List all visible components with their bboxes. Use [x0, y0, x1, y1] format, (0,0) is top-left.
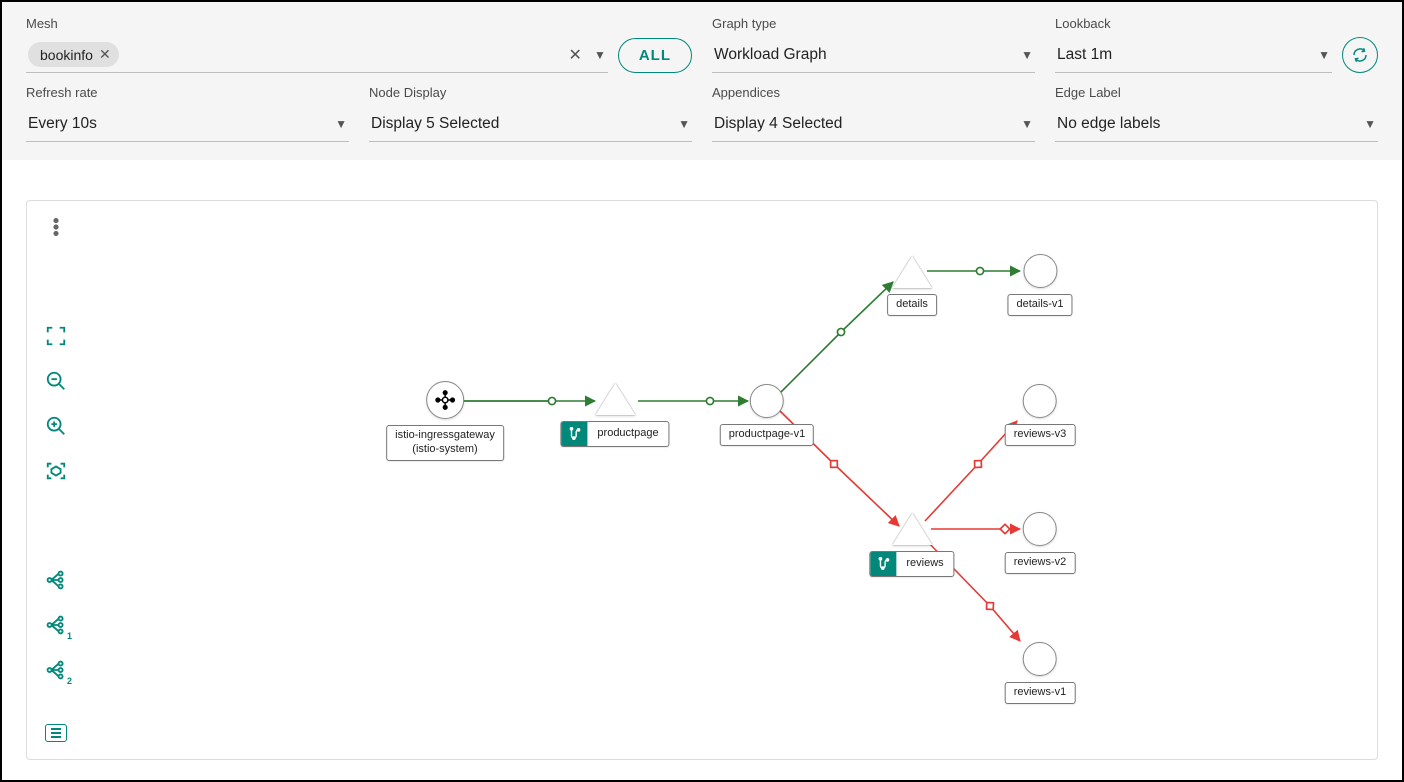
node-display-label: Node Display [369, 85, 692, 100]
workload-icon [1023, 384, 1057, 418]
lookback-label: Lookback [1055, 16, 1332, 31]
service-icon [892, 513, 932, 545]
lookback-select[interactable]: Last 1m ▼ [1055, 37, 1332, 73]
node-details-v1[interactable]: details-v1 [1007, 254, 1072, 316]
node-istio-ingressgateway[interactable]: istio-ingressgateway (istio-system) [386, 381, 504, 461]
graph-canvas[interactable]: istio-ingressgateway (istio-system) prod… [85, 201, 1377, 759]
node-productpage-v1[interactable]: productpage-v1 [720, 384, 814, 446]
workload-icon [750, 384, 784, 418]
node-details-svc[interactable]: details [887, 256, 937, 316]
node-reviews-v1[interactable]: reviews-v1 [1005, 642, 1076, 704]
workload-icon [1023, 642, 1057, 676]
legend-button[interactable] [42, 720, 70, 747]
virtualservice-icon [870, 552, 896, 576]
edge-label-label: Edge Label [1055, 85, 1378, 100]
refresh-rate-value: Every 10s [28, 115, 329, 133]
appendices-value: Display 4 Selected [714, 115, 1015, 133]
fit-button[interactable] [42, 322, 70, 349]
node-display-value: Display 5 Selected [371, 115, 672, 133]
layout-1-button[interactable]: 1 [42, 612, 70, 639]
node-label: reviews [869, 551, 954, 577]
service-icon [892, 256, 932, 288]
mesh-chip[interactable]: bookinfo ✕ [28, 42, 119, 67]
chevron-down-icon: ▼ [1021, 117, 1033, 131]
edge-label-select[interactable]: No edge labels ▼ [1055, 106, 1378, 142]
layout-2-button[interactable]: 2 [42, 657, 70, 684]
refresh-rate-select[interactable]: Every 10s ▼ [26, 106, 349, 142]
node-display-field: Node Display Display 5 Selected ▼ [369, 85, 692, 142]
edges-layer [85, 201, 1377, 759]
graph-panel: 1 2 [26, 200, 1378, 760]
chevron-down-icon: ▼ [335, 117, 347, 131]
node-reviews-svc[interactable]: reviews [869, 513, 954, 577]
appendices-field: Appendices Display 4 Selected ▼ [712, 85, 1035, 142]
node-display-select[interactable]: Display 5 Selected ▼ [369, 106, 692, 142]
workload-icon [1023, 254, 1057, 288]
virtualservice-icon [561, 422, 587, 446]
node-label: istio-ingressgateway (istio-system) [386, 425, 504, 461]
service-icon [595, 383, 635, 415]
node-reviews-v3[interactable]: reviews-v3 [1005, 384, 1076, 446]
focus-node-button[interactable] [42, 457, 70, 484]
graph-type-value: Workload Graph [714, 46, 1015, 64]
node-label: reviews-v3 [1005, 424, 1076, 446]
remove-chip-icon[interactable]: ✕ [99, 46, 111, 63]
refresh-rate-field: Refresh rate Every 10s ▼ [26, 85, 349, 142]
node-label: reviews-v1 [1005, 682, 1076, 704]
node-label: details [887, 294, 937, 316]
chevron-down-icon: ▼ [1318, 48, 1330, 62]
node-label: reviews-v2 [1005, 552, 1076, 574]
mesh-input[interactable]: bookinfo ✕ ✕ ▼ [26, 37, 608, 73]
zoom-in-button[interactable] [42, 412, 70, 439]
filter-bar: Mesh bookinfo ✕ ✕ ▼ ALL Graph type Workl… [2, 2, 1402, 160]
graph-toolbar: 1 2 [27, 201, 85, 759]
appendices-select[interactable]: Display 4 Selected ▼ [712, 106, 1035, 142]
chevron-down-icon: ▼ [1364, 117, 1376, 131]
graph-type-field: Graph type Workload Graph ▼ [712, 16, 1035, 73]
gateway-icon [426, 381, 464, 419]
refresh-button[interactable] [1342, 37, 1378, 73]
chevron-down-icon: ▼ [678, 117, 690, 131]
clear-icon[interactable]: ✕ [569, 45, 582, 65]
node-label: productpage [560, 421, 669, 447]
lookback-field: Lookback Last 1m ▼ [1055, 16, 1378, 73]
layout-default-button[interactable] [42, 567, 70, 594]
node-productpage-svc[interactable]: productpage [560, 383, 669, 447]
zoom-out-button[interactable] [42, 367, 70, 394]
node-reviews-v2[interactable]: reviews-v2 [1005, 512, 1076, 574]
mesh-field: Mesh bookinfo ✕ ✕ ▼ ALL [26, 16, 692, 73]
graph-type-select[interactable]: Workload Graph ▼ [712, 37, 1035, 73]
mesh-label: Mesh [26, 16, 692, 31]
refresh-icon [1351, 46, 1369, 64]
all-button[interactable]: ALL [618, 38, 692, 73]
kebab-menu-button[interactable] [42, 213, 70, 240]
legend-icon [45, 724, 67, 742]
lookback-value: Last 1m [1057, 46, 1312, 64]
chevron-down-icon[interactable]: ▼ [594, 48, 606, 62]
mesh-chip-text: bookinfo [40, 47, 93, 63]
graph-type-label: Graph type [712, 16, 1035, 31]
edge-label-field: Edge Label No edge labels ▼ [1055, 85, 1378, 142]
appendices-label: Appendices [712, 85, 1035, 100]
edge-label-value: No edge labels [1057, 115, 1358, 133]
chevron-down-icon: ▼ [1021, 48, 1033, 62]
workload-icon [1023, 512, 1057, 546]
node-label: details-v1 [1007, 294, 1072, 316]
refresh-rate-label: Refresh rate [26, 85, 349, 100]
node-label: productpage-v1 [720, 424, 814, 446]
